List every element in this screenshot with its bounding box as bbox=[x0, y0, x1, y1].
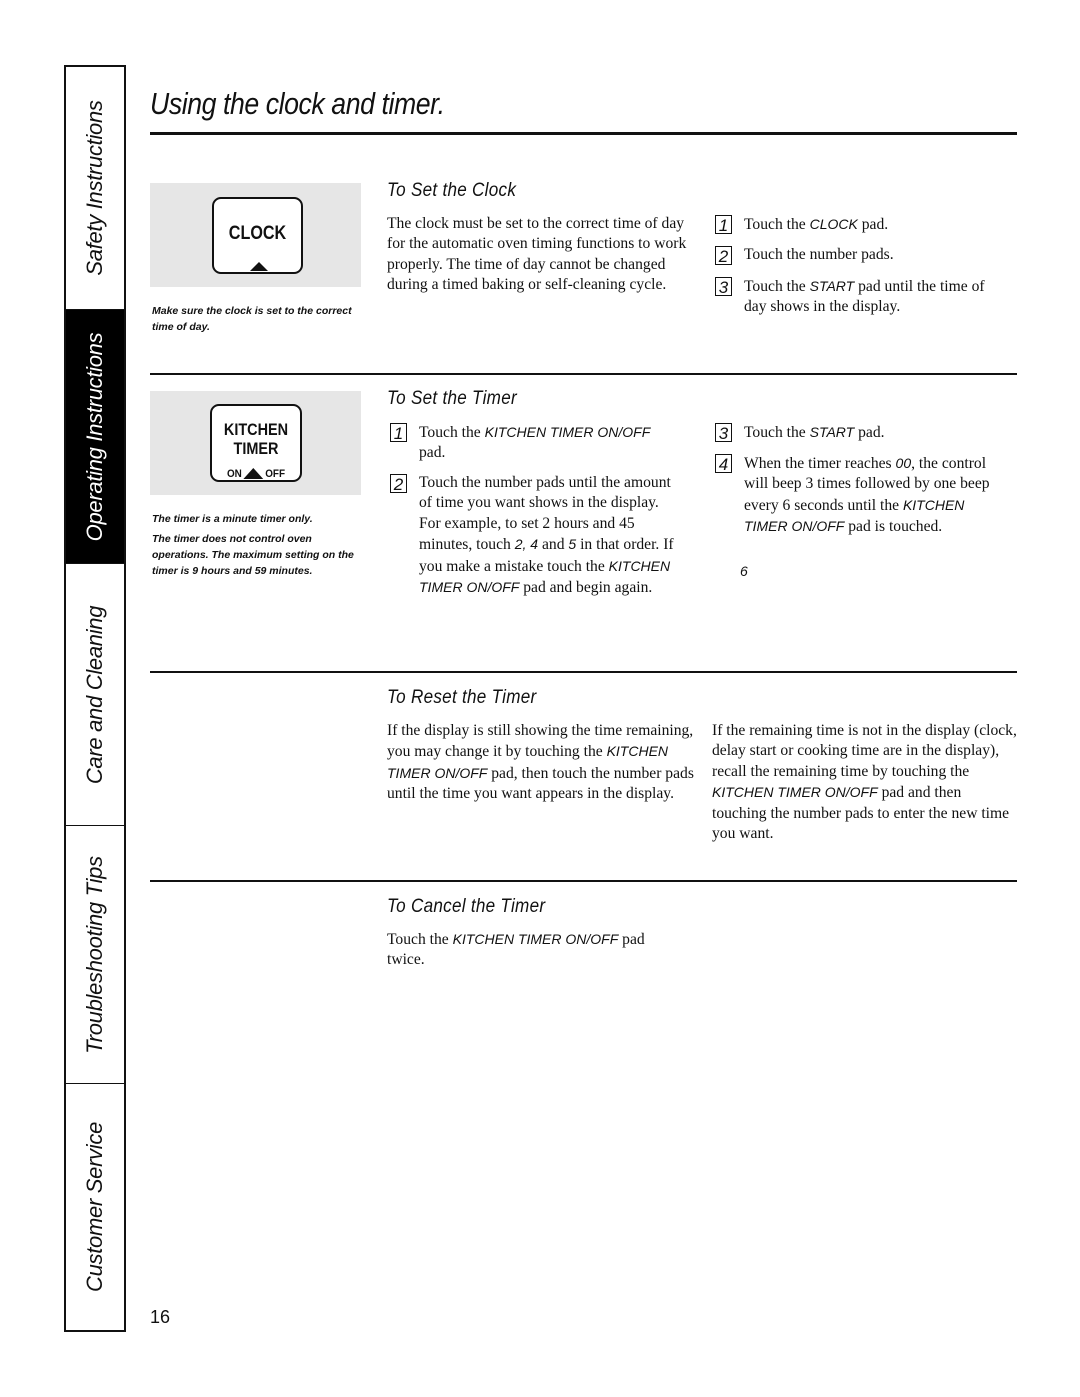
title-divider bbox=[150, 132, 1017, 135]
tab-label: Customer Service bbox=[82, 1121, 107, 1293]
cancel-timer-text: Touch the KITCHEN TIMER ON/OFF pad twice… bbox=[387, 931, 645, 969]
reset-timer-text-2: If the remaining time is not in the disp… bbox=[712, 722, 1017, 843]
clock-pad: CLOCK bbox=[212, 197, 303, 274]
tab-troubleshooting-tips[interactable]: Troubleshooting Tips bbox=[66, 826, 124, 1084]
cancel-timer-heading: To Cancel the Timer bbox=[387, 896, 546, 917]
step-text: Touch the KITCHEN TIMER ON/OFF pad. bbox=[419, 424, 651, 462]
step-text: Touch the START pad until the time of da… bbox=[744, 278, 985, 316]
tab-care-and-cleaning[interactable]: Care and Cleaning bbox=[66, 564, 124, 826]
clock-step-1: 1 Touch the CLOCK pad. bbox=[715, 214, 1015, 235]
timer-caption-2: The timer does not control oven operatio… bbox=[152, 533, 354, 577]
section-divider bbox=[150, 671, 1017, 673]
step-text: Touch the CLOCK pad. bbox=[744, 216, 889, 233]
off-label: OFF bbox=[265, 468, 286, 480]
triangle-icon bbox=[250, 262, 268, 271]
on-label: ON bbox=[226, 468, 242, 480]
clock-step-3: 3 Touch the START pad until the time of … bbox=[715, 276, 990, 318]
set-timer-heading: To Set the Timer bbox=[387, 388, 517, 409]
set-clock-intro: The clock must be set to the correct tim… bbox=[387, 215, 687, 294]
reset-timer-heading: To Reset the Timer bbox=[387, 687, 537, 708]
tab-label: Safety Instructions bbox=[82, 100, 107, 276]
section-divider bbox=[150, 880, 1017, 882]
reset-timer-text-1: If the display is still showing the time… bbox=[387, 722, 694, 803]
tab-label: Care and Cleaning bbox=[82, 605, 107, 784]
triangle-icon bbox=[243, 468, 264, 479]
set-clock-heading: To Set the Clock bbox=[387, 180, 517, 201]
stray-mark: 6 bbox=[740, 563, 748, 579]
timer-step-2: 2 Touch the number pads until the amount… bbox=[390, 473, 680, 598]
section-sidebar: Safety Instructions Operating Instructio… bbox=[64, 65, 126, 1332]
timer-step-1: 1 Touch the KITCHEN TIMER ON/OFF pad. bbox=[390, 422, 680, 464]
page-title: Using the clock and timer. bbox=[150, 86, 445, 121]
clock-caption: Make sure the clock is set to the correc… bbox=[152, 305, 352, 333]
clock-pad-label: CLOCK bbox=[228, 223, 287, 244]
step-number: 2 bbox=[390, 474, 407, 494]
kitchen-timer-pad: KITCHEN TIMER ON OFF bbox=[210, 404, 302, 482]
step-text: Touch the number pads until the amount o… bbox=[419, 474, 674, 597]
step-number: 4 bbox=[715, 454, 732, 474]
step-text: Touch the START pad. bbox=[744, 424, 885, 441]
step-number: 1 bbox=[390, 423, 407, 443]
step-number: 3 bbox=[715, 277, 732, 297]
tab-label: Operating Instructions bbox=[82, 332, 107, 541]
step-text: Touch the number pads. bbox=[744, 246, 894, 263]
kitchen-timer-pad-label: KITCHEN TIMER bbox=[223, 420, 289, 458]
clock-pad-illustration: CLOCK bbox=[150, 183, 361, 287]
tab-label: Troubleshooting Tips bbox=[82, 855, 107, 1054]
step-number: 1 bbox=[715, 215, 732, 235]
tab-safety-instructions[interactable]: Safety Instructions bbox=[66, 67, 124, 310]
kitchen-timer-pad-illustration: KITCHEN TIMER ON OFF bbox=[150, 391, 361, 495]
timer-caption-1: The timer is a minute timer only. bbox=[152, 513, 313, 525]
on-off-indicator: ON OFF bbox=[216, 468, 295, 480]
clock-step-2: 2 Touch the number pads. bbox=[715, 245, 1015, 266]
page-number: 16 bbox=[150, 1307, 171, 1327]
section-divider bbox=[150, 373, 1017, 375]
timer-step-3: 3 Touch the START pad. bbox=[715, 422, 1005, 443]
step-text: When the timer reaches 00, the control w… bbox=[744, 455, 990, 536]
step-number: 3 bbox=[715, 423, 732, 443]
tab-operating-instructions[interactable]: Operating Instructions bbox=[66, 310, 124, 564]
step-number: 2 bbox=[715, 246, 732, 266]
timer-step-4: 4 When the timer reaches 00, the control… bbox=[715, 453, 1000, 538]
tab-customer-service[interactable]: Customer Service bbox=[66, 1084, 124, 1330]
